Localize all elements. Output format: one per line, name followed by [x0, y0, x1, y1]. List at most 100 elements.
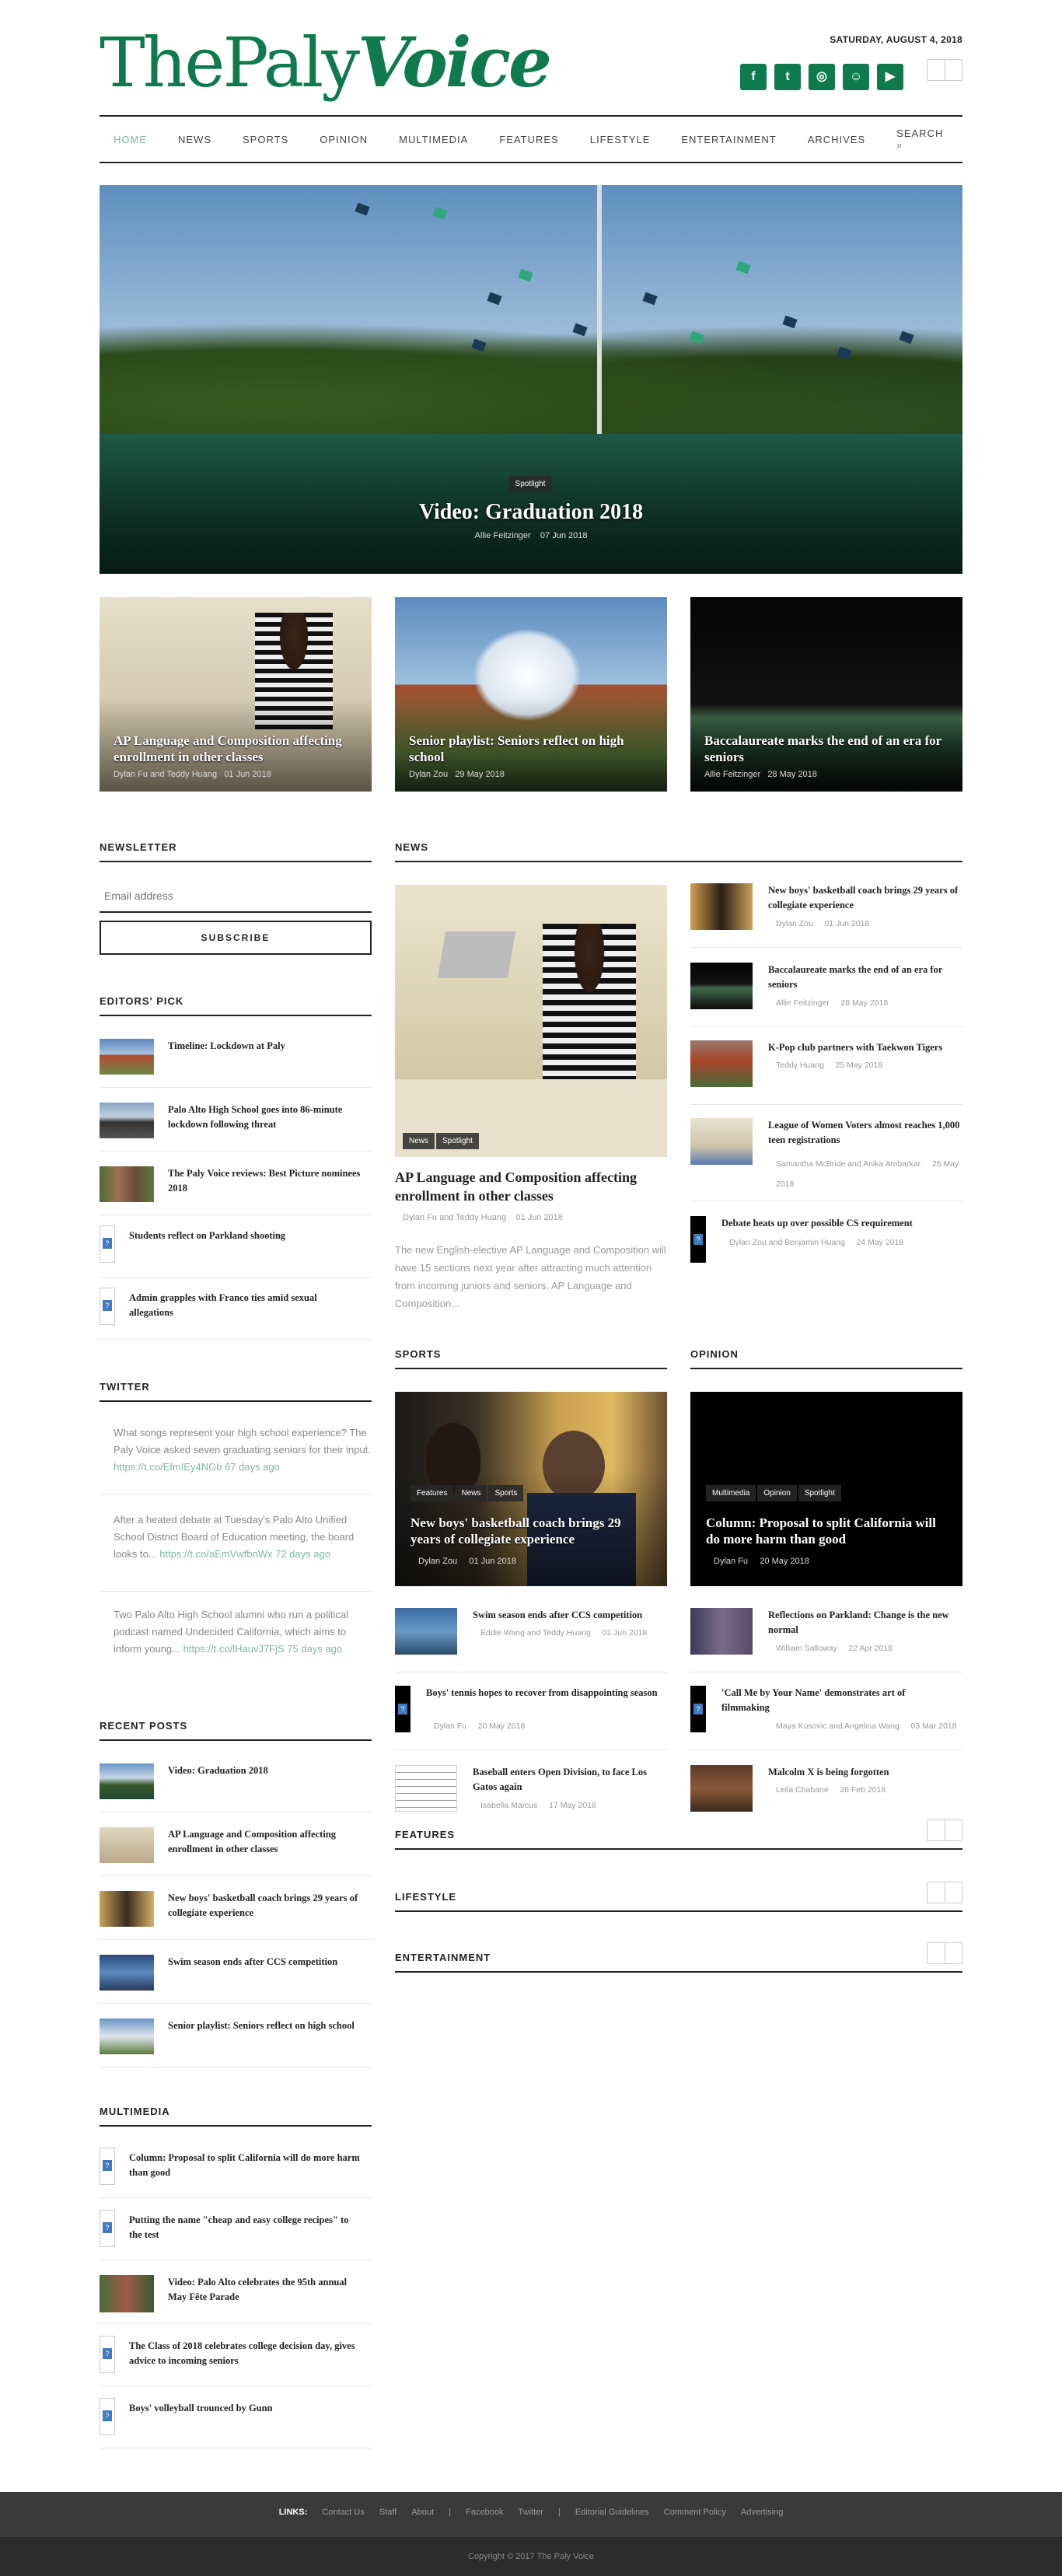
tweet-age[interactable]: 75 days ago [287, 1643, 342, 1655]
image-placeholder-icon[interactable] [100, 2148, 115, 2185]
sports-item-title[interactable]: Swim season ends after CCS competition [473, 1608, 667, 1623]
footer-link-advertising[interactable]: Advertising [741, 2508, 783, 2517]
nav-search[interactable]: SEARCH ⌕ [896, 128, 945, 152]
opinion-item-author[interactable]: William Salloway [776, 1644, 837, 1653]
image-placeholder-icon[interactable] [100, 1288, 115, 1325]
news-main-title[interactable]: AP Language and Composition affecting en… [395, 1168, 667, 1205]
recent-post-thumb[interactable] [100, 1827, 154, 1863]
opinion-item-author[interactable]: Maya Kosovic and Angelina Wang [776, 1721, 900, 1731]
youtube-icon[interactable]: ▶ [877, 64, 903, 90]
feature-card-title[interactable]: Senior playlist: Seniors reflect on high… [409, 732, 653, 765]
opinion-item-author[interactable]: Leila Chabane [776, 1785, 829, 1795]
sports-item-title[interactable]: Boys' tennis hopes to recover from disap… [426, 1686, 659, 1700]
lifestyle-pager[interactable] [927, 1882, 962, 1903]
editors-pick-item[interactable]: Admin grapples with Franco ties amid sex… [129, 1291, 362, 1320]
opinion-item-title[interactable]: Malcolm X is being forgotten [768, 1765, 962, 1780]
recent-post-item[interactable]: Video: Graduation 2018 [168, 1763, 362, 1778]
image-placeholder-icon[interactable] [395, 1686, 410, 1732]
image-placeholder-icon[interactable] [690, 1216, 706, 1263]
tweet-link[interactable]: https://t.co/EfmIEy4NGb [114, 1461, 222, 1473]
nav-opinion[interactable]: OPINION [320, 134, 368, 145]
twitter-icon[interactable]: t [774, 64, 801, 90]
nav-features[interactable]: FEATURES [499, 134, 558, 145]
footer-link-contact[interactable]: Contact Us [322, 2508, 364, 2517]
multimedia-item[interactable]: Column: Proposal to split California wil… [129, 2151, 362, 2180]
recent-post-item[interactable]: Swim season ends after CCS competition [168, 1955, 362, 1970]
opinion-main-image[interactable]: Multimedia Opinion Spotlight Column: Propo… [690, 1392, 962, 1586]
editors-pick-item[interactable]: Timeline: Lockdown at Paly [168, 1039, 362, 1054]
feature-card-title[interactable]: Baccalaureate marks the end of an era fo… [704, 732, 948, 765]
opinion-main-tag[interactable]: Multimedia [706, 1485, 756, 1501]
subscribe-button[interactable]: SUBSCRIBE [100, 921, 372, 955]
editors-pick-item[interactable]: The Paly Voice reviews: Best Picture nom… [168, 1166, 362, 1196]
news-item-author[interactable]: Teddy Huang [776, 1061, 824, 1070]
multimedia-item[interactable]: The Class of 2018 celebrates college dec… [129, 2339, 362, 2368]
image-placeholder-icon[interactable] [100, 2336, 115, 2373]
feature-card-title[interactable]: AP Language and Composition affecting en… [114, 732, 358, 765]
sports-item-author[interactable]: Isabella Marcus [480, 1801, 538, 1810]
footer-link-comment-policy[interactable]: Comment Policy [664, 2508, 726, 2517]
feature-card[interactable]: Baccalaureate marks the end of an era fo… [690, 597, 962, 792]
multimedia-item[interactable]: Putting the name "cheap and easy college… [129, 2213, 362, 2242]
footer-link-about[interactable]: About [411, 2508, 434, 2517]
footer-link-staff[interactable]: Staff [379, 2508, 397, 2517]
sports-main-title[interactable]: New boys' basketball coach brings 29 yea… [410, 1515, 652, 1547]
recent-post-item[interactable]: New boys' basketball coach brings 29 yea… [168, 1891, 362, 1921]
footer-link-guidelines[interactable]: Editorial Guidelines [575, 2508, 649, 2517]
sports-thumb[interactable] [395, 1608, 457, 1655]
news-item-author[interactable]: Allie Feitzinger [776, 998, 830, 1008]
sports-item-author[interactable]: Dylan Fu [434, 1721, 466, 1731]
recent-post-thumb[interactable] [100, 2019, 154, 2054]
news-main-tag[interactable]: News [403, 1133, 435, 1149]
news-main-image[interactable]: News Spotlight [395, 885, 667, 1157]
opinion-item-title[interactable]: 'Call Me by Your Name' demonstrates art … [721, 1686, 955, 1715]
news-thumb[interactable] [690, 1118, 753, 1165]
nav-news[interactable]: NEWS [178, 134, 211, 145]
recent-post-item[interactable]: AP Language and Composition affecting en… [168, 1827, 362, 1857]
sports-main-tag[interactable]: Features [410, 1485, 454, 1501]
recent-post-item[interactable]: Senior playlist: Seniors reflect on high… [168, 2019, 362, 2033]
news-item-author[interactable]: Dylan Zou and Benjamin Huang [729, 1238, 845, 1247]
footer-link-facebook[interactable]: Facebook [466, 2508, 503, 2517]
nav-home[interactable]: HOME [114, 134, 147, 145]
hero-author[interactable]: Allie Feitzinger [475, 531, 531, 540]
nav-archives[interactable]: ARCHIVES [808, 134, 865, 145]
snapchat-icon[interactable]: ☺ [843, 64, 869, 90]
sports-main-tag[interactable]: News [455, 1485, 487, 1501]
email-field[interactable] [100, 880, 372, 913]
sports-thumb[interactable] [395, 1765, 457, 1812]
feature-card-author[interactable]: Dylan Zou [409, 770, 448, 779]
news-thumb[interactable] [690, 1040, 753, 1087]
nav-entertainment[interactable]: ENTERTAINMENT [681, 134, 776, 145]
news-item-title[interactable]: New boys' basketball coach brings 29 yea… [768, 883, 962, 913]
news-item-title[interactable]: League of Women Voters almost reaches 1,… [768, 1118, 962, 1148]
hero-title[interactable]: Video: Graduation 2018 [100, 500, 962, 525]
news-thumb[interactable] [690, 883, 753, 930]
opinion-thumb[interactable] [690, 1608, 753, 1655]
multimedia-item[interactable]: Boys' volleyball trounced by Gunn [129, 2401, 362, 2416]
opinion-main-tag[interactable]: Opinion [757, 1485, 797, 1501]
feature-card-author[interactable]: Dylan Fu [114, 770, 148, 779]
sports-main-author[interactable]: Dylan Zou [418, 1557, 457, 1566]
recent-post-thumb[interactable] [100, 1955, 154, 1991]
facebook-icon[interactable]: f [740, 64, 767, 90]
tweet-age[interactable]: 72 days ago [275, 1548, 330, 1560]
editors-pick-item[interactable]: Palo Alto High School goes into 86-minut… [168, 1103, 362, 1132]
image-placeholder-icon[interactable] [100, 2210, 115, 2247]
sports-item-author[interactable]: Eddie Wang and Teddy Huang [480, 1628, 591, 1638]
instagram-icon[interactable]: ◎ [809, 64, 835, 90]
feature-card-author[interactable]: Allie Feitzinger [704, 770, 760, 779]
news-item-title[interactable]: K-Pop club partners with Taekwon Tigers [768, 1040, 962, 1055]
nav-sports[interactable]: SPORTS [243, 134, 288, 145]
image-placeholder-icon[interactable] [100, 1225, 115, 1263]
editors-pick-thumb[interactable] [100, 1103, 154, 1138]
sports-main-image[interactable]: Features News Sports New boys' basketball … [395, 1392, 667, 1586]
news-main-tag[interactable]: Spotlight [436, 1133, 479, 1149]
opinion-thumb[interactable] [690, 1765, 753, 1812]
image-placeholder-icon[interactable] [100, 2398, 115, 2435]
site-logo[interactable]: ThePalyVoice [100, 23, 552, 102]
multimedia-thumb[interactable] [100, 2275, 154, 2312]
tweet-age[interactable]: 67 days ago [225, 1461, 280, 1473]
editors-pick-item[interactable]: Students reflect on Parkland shooting [129, 1229, 362, 1243]
layout-toggle[interactable] [927, 59, 962, 81]
